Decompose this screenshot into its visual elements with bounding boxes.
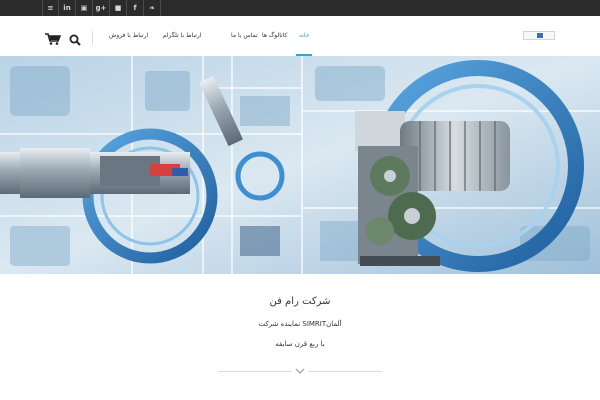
nav-item-home[interactable]: خانه (299, 32, 309, 39)
rss-icon[interactable]: ≡ (42, 0, 59, 16)
nav-item-telegram[interactable]: ارتباط با تلگرام (163, 32, 201, 39)
hero-collage-image (0, 56, 600, 274)
twitter-icon[interactable]: ❧ (144, 0, 161, 16)
instagram-icon[interactable]: ▣ (76, 0, 93, 16)
nav-item-catalogs[interactable]: کاتالوگ ها (262, 32, 287, 39)
social-links: ≡ in ▣ g+ ■ f ❧ (42, 0, 161, 16)
divider-right (308, 371, 382, 372)
search-icon[interactable] (69, 34, 81, 46)
site-header: ارتباط با فروش ارتباط با تلگرام تماس با … (0, 16, 600, 56)
company-tagline: با ربع قرن سابقه (275, 340, 325, 348)
chevron-down-icon[interactable] (295, 367, 305, 375)
cart-icon[interactable] (45, 33, 61, 45)
linkedin-icon[interactable]: in (59, 0, 76, 16)
company-title: شرکت رام فن (269, 296, 331, 307)
language-selector[interactable] (523, 31, 555, 40)
flickr-icon[interactable]: ■ (110, 0, 127, 16)
page: ≡ in ▣ g+ ■ f ❧ ارتباط با فروش ارتباط با… (0, 0, 600, 400)
nav-divider (92, 31, 93, 45)
hero-banner (0, 56, 600, 274)
social-topbar: ≡ in ▣ g+ ■ f ❧ (0, 0, 600, 16)
divider-left (218, 371, 292, 372)
nav-item-sales[interactable]: ارتباط با فروش (109, 32, 148, 39)
google-plus-icon[interactable]: g+ (93, 0, 110, 16)
facebook-icon[interactable]: f (127, 0, 144, 16)
company-subtitle: نماینده شرکت SIMRITآلمان (258, 320, 342, 328)
flag-icon (537, 33, 543, 38)
nav-item-contact[interactable]: تماس با ما (231, 32, 258, 39)
